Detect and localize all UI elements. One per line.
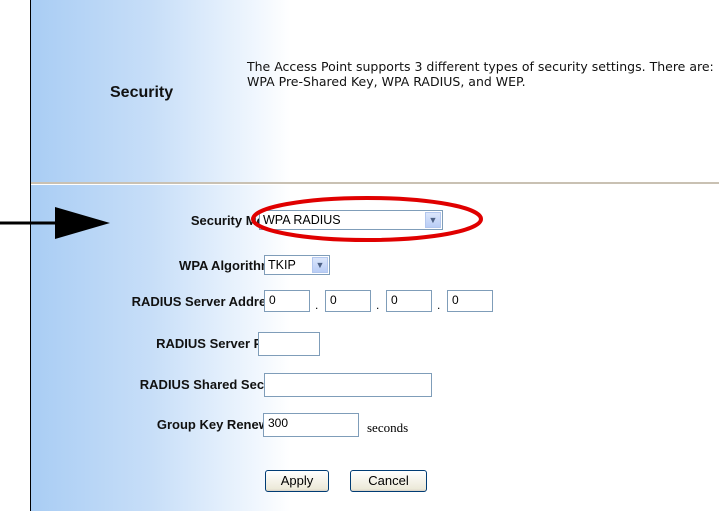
ip-separator: . (376, 298, 380, 312)
section-title: Security (110, 84, 174, 101)
ip-separator: . (437, 298, 441, 312)
radius-server-port-input[interactable] (258, 332, 320, 356)
section-header: Security The Access Point supports 3 dif… (31, 3, 719, 183)
radius-ip-octet-2[interactable]: 0 (325, 290, 371, 312)
highlight-oval (251, 196, 483, 242)
radius-ip-octet-3[interactable]: 0 (386, 290, 432, 312)
section-description: The Access Point supports 3 different ty… (247, 59, 714, 89)
group-key-renewal-input[interactable]: 300 (263, 413, 359, 437)
cancel-button[interactable]: Cancel (350, 470, 427, 492)
wpa-algorithms-select[interactable]: TKIP ▼ (264, 255, 330, 275)
apply-button[interactable]: Apply (265, 470, 329, 492)
section-divider (31, 182, 719, 185)
pointer-arrow-icon (0, 207, 110, 239)
security-panel: Security The Access Point supports 3 dif… (30, 0, 719, 511)
wpa-algorithms-value: TKIP (268, 258, 296, 272)
chevron-down-icon[interactable]: ▼ (312, 257, 328, 273)
radius-shared-secret-input[interactable] (264, 373, 432, 397)
seconds-unit-label: seconds (367, 420, 409, 435)
ip-separator: . (315, 298, 319, 312)
radius-ip-octet-1[interactable]: 0 (264, 290, 310, 312)
radius-server-address-label: RADIUS Server Address: (131, 294, 285, 309)
radius-ip-octet-4[interactable]: 0 (447, 290, 493, 312)
